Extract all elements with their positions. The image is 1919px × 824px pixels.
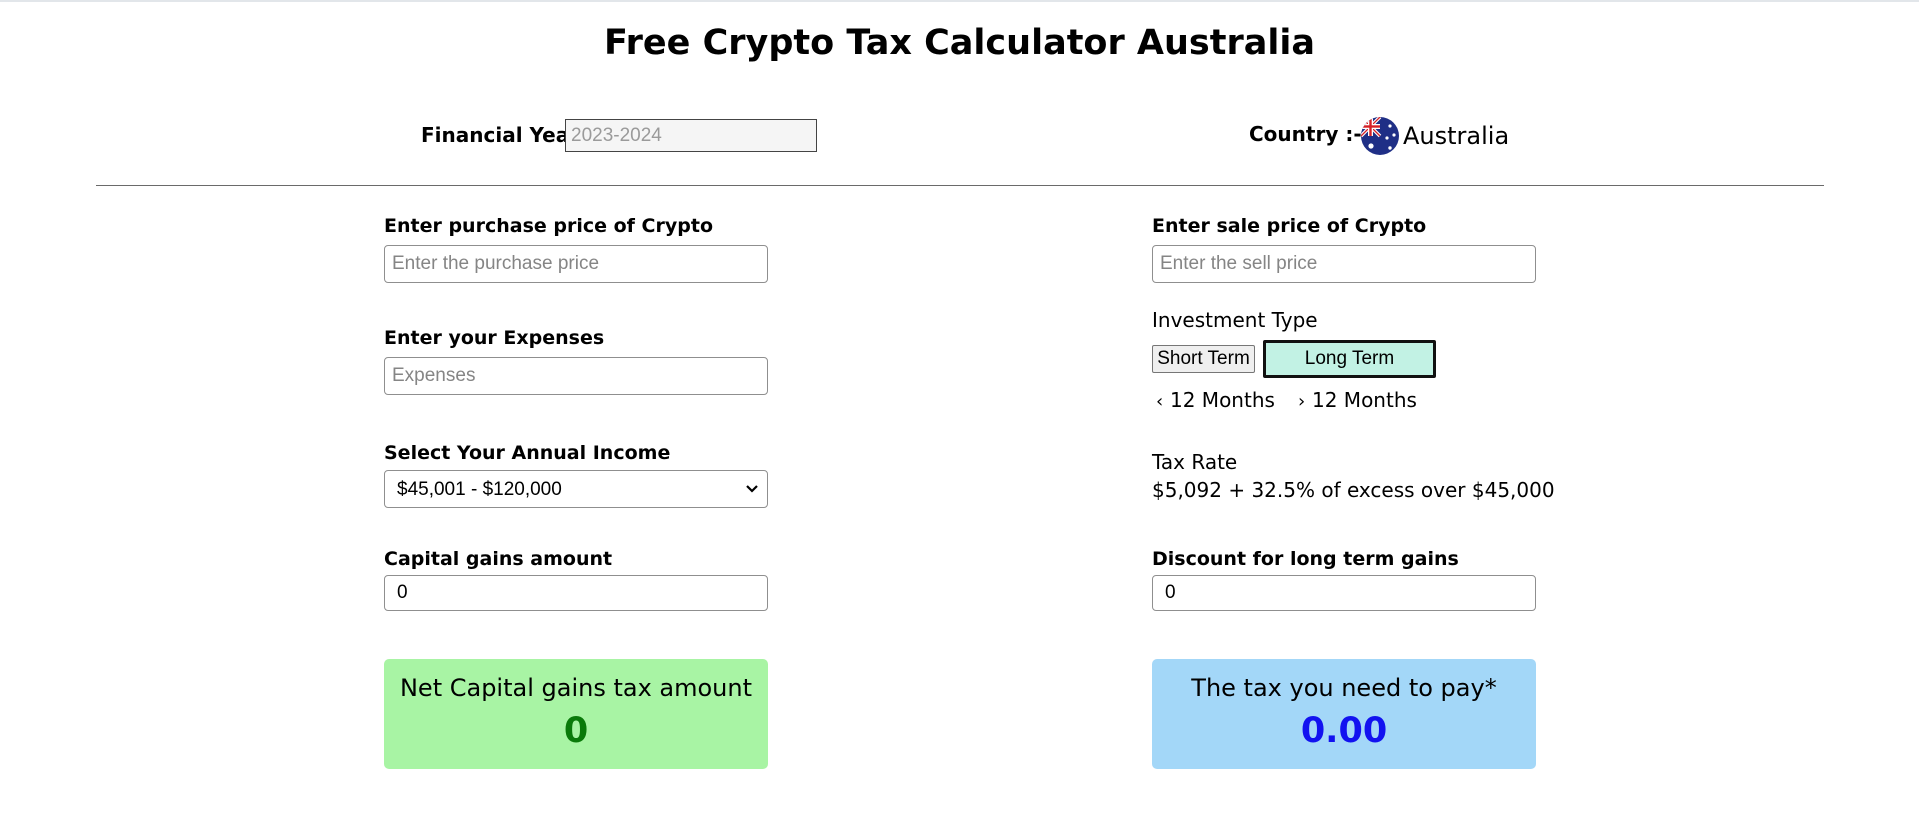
net-capital-gains-value: 0	[563, 711, 589, 751]
long-term-duration-text: 12 Months	[1312, 388, 1417, 412]
capital-gains-input[interactable]	[384, 575, 768, 611]
chevron-down-icon	[746, 485, 758, 493]
long-term-button[interactable]: Long Term	[1263, 340, 1436, 378]
short-term-duration: ‹ 12 Months	[1156, 387, 1275, 415]
net-capital-gains-card: Net Capital gains tax amount 0	[384, 659, 768, 769]
capital-gains-label: Capital gains amount	[384, 548, 613, 570]
short-term-duration-text: 12 Months	[1170, 388, 1275, 412]
annual-income-selected-value: $45,001 - $120,000	[397, 479, 562, 500]
annual-income-label: Select Your Annual Income	[384, 442, 671, 464]
tax-to-pay-card: The tax you need to pay* 0.00	[1152, 659, 1536, 769]
tax-rate-label: Tax Rate	[1152, 450, 1238, 474]
net-capital-gains-label: Net Capital gains tax amount	[399, 674, 753, 702]
discount-input[interactable]	[1152, 575, 1536, 611]
country-label: Country :-	[1249, 122, 1362, 146]
less-than-icon: ‹	[1156, 391, 1164, 412]
purchase-price-input[interactable]	[384, 245, 768, 283]
tax-rate-value: $5,092 + 32.5% of excess over $45,000	[1152, 478, 1555, 502]
header-divider	[96, 185, 1824, 186]
discount-label: Discount for long term gains	[1152, 548, 1459, 570]
tax-to-pay-value: 0.00	[1300, 711, 1388, 751]
expenses-label: Enter your Expenses	[384, 327, 605, 349]
page-title: Free Crypto Tax Calculator Australia	[604, 23, 1315, 63]
purchase-price-label: Enter purchase price of Crypto	[384, 215, 713, 237]
country-name: Australia	[1403, 122, 1510, 150]
greater-than-icon: ›	[1298, 391, 1306, 412]
tax-to-pay-label: The tax you need to pay*	[1191, 674, 1497, 702]
australia-flag-icon	[1361, 117, 1399, 155]
short-term-button[interactable]: Short Term	[1152, 345, 1255, 373]
investment-type-label: Investment Type	[1152, 308, 1318, 332]
long-term-duration: › 12 Months	[1298, 387, 1417, 415]
financial-year-label: Financial Year	[421, 123, 580, 147]
sale-price-input[interactable]	[1152, 245, 1536, 283]
annual-income-select[interactable]: $45,001 - $120,000	[384, 470, 768, 508]
financial-year-input[interactable]	[565, 119, 817, 152]
expenses-input[interactable]	[384, 357, 768, 395]
sale-price-label: Enter sale price of Crypto	[1152, 215, 1427, 237]
top-border	[0, 0, 1919, 2]
